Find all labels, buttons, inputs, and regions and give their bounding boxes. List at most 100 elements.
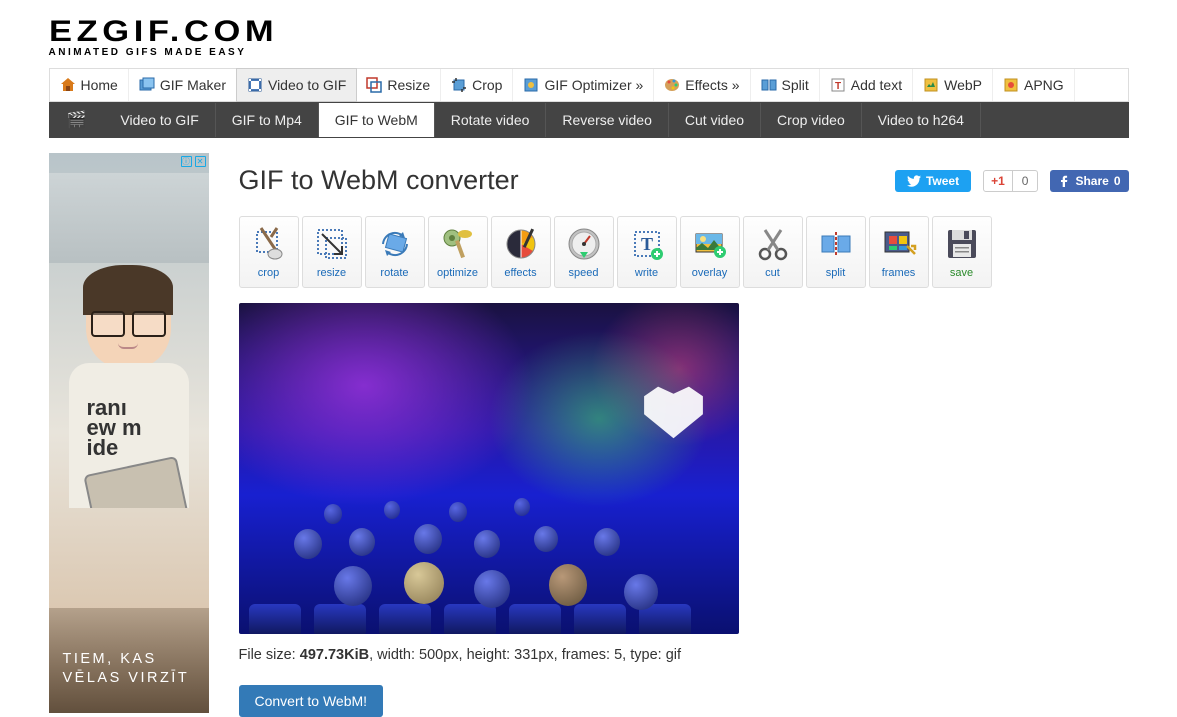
tool-label: split <box>826 267 846 279</box>
tool-label: save <box>950 267 973 279</box>
nav-label: Video to GIF <box>268 77 346 93</box>
nav-label: Resize <box>387 77 430 93</box>
palette-icon <box>664 77 680 93</box>
apng-icon <box>1003 77 1019 93</box>
split-icon <box>761 77 777 93</box>
nav-label: Split <box>782 77 809 93</box>
tool-optimize[interactable]: optimize <box>428 216 488 288</box>
nav-gif-maker[interactable]: GIF Maker <box>129 69 237 101</box>
ad-bg-top <box>49 173 209 263</box>
logo-main[interactable]: EZGIF.COM <box>49 15 278 49</box>
image-stack-icon <box>139 77 155 93</box>
nav-label: WebP <box>944 77 982 93</box>
svg-text:T: T <box>640 234 652 254</box>
tool-frames[interactable]: frames <box>869 216 929 288</box>
write-tool-icon: T <box>628 225 666 263</box>
nav-split[interactable]: Split <box>751 69 820 101</box>
subnav-gif-to-mp4[interactable]: GIF to Mp4 <box>216 103 319 137</box>
image-preview <box>239 303 739 634</box>
nav-resize[interactable]: Resize <box>356 69 441 101</box>
subnav-reverse-video[interactable]: Reverse video <box>546 103 669 137</box>
file-size: 497.73KiB <box>300 647 369 663</box>
tool-label: cut <box>765 267 780 279</box>
fb-count: 0 <box>1114 174 1121 188</box>
tool-overlay[interactable]: overlay <box>680 216 740 288</box>
tool-label: write <box>635 267 658 279</box>
subnav-cut-video[interactable]: Cut video <box>669 103 761 137</box>
nav-label: Home <box>81 77 118 93</box>
text-icon: T <box>830 77 846 93</box>
convert-button[interactable]: Convert to WebM! <box>239 685 384 717</box>
share-buttons: Tweet +1 0 Share 0 <box>895 170 1129 192</box>
frames-tool-icon <box>880 225 918 263</box>
subnav-video-to-h264[interactable]: Video to h264 <box>862 103 981 137</box>
resize-tool-icon <box>313 225 351 263</box>
subnav-video-to-gif[interactable]: Video to GIF <box>104 103 215 137</box>
nav-label: GIF Optimizer » <box>544 77 643 93</box>
fb-share-button[interactable]: Share 0 <box>1050 170 1128 192</box>
split-tool-icon <box>817 225 855 263</box>
gplus-button[interactable]: +1 0 <box>983 170 1038 192</box>
nav-apng[interactable]: APNG <box>993 69 1075 101</box>
home-icon <box>60 77 76 93</box>
page-title: GIF to WebM converter <box>239 165 519 196</box>
nav-home[interactable]: Home <box>50 69 129 101</box>
tool-speed[interactable]: speed <box>554 216 614 288</box>
nav-label: APNG <box>1024 77 1064 93</box>
film-strip-icon: 🎬 <box>49 102 105 138</box>
subnav-gif-to-webm[interactable]: GIF to WebM <box>319 103 435 137</box>
crop-icon <box>451 77 467 93</box>
tool-rotate[interactable]: rotate <box>365 216 425 288</box>
main-nav: Home GIF Maker Video to GIF Resize Crop … <box>49 68 1129 102</box>
resize-icon <box>366 77 382 93</box>
tool-cut[interactable]: cut <box>743 216 803 288</box>
preview-crowd <box>239 464 739 634</box>
tool-split[interactable]: split <box>806 216 866 288</box>
ad-close-icon[interactable]: ✕ <box>195 156 206 167</box>
nav-webp[interactable]: WebP <box>913 69 993 101</box>
nav-label: Effects » <box>685 77 739 93</box>
cut-tool-icon <box>754 225 792 263</box>
sub-nav: 🎬 Video to GIF GIF to Mp4 GIF to WebM Ro… <box>49 102 1129 138</box>
gplus-count: 0 <box>1013 171 1038 191</box>
facebook-icon <box>1058 175 1070 187</box>
ad-info-icon[interactable]: ⓘ <box>181 156 192 167</box>
tool-label: overlay <box>692 267 727 279</box>
ad-text: TIEM, KAS VĒLAS VIRZĪT <box>63 650 190 688</box>
ad-shirt-text: ide <box>87 435 119 460</box>
sidebar-ad[interactable]: ⓘ ✕ ranı ew m ide <box>49 153 209 713</box>
nav-gif-optimizer[interactable]: GIF Optimizer » <box>513 69 654 101</box>
nav-effects[interactable]: Effects » <box>654 69 750 101</box>
speed-tool-icon <box>565 225 603 263</box>
tool-save[interactable]: save <box>932 216 992 288</box>
tool-crop[interactable]: crop <box>239 216 299 288</box>
tool-label: frames <box>882 267 916 279</box>
nav-label: Add text <box>851 77 902 93</box>
tool-write[interactable]: T write <box>617 216 677 288</box>
subnav-crop-video[interactable]: Crop video <box>761 103 862 137</box>
ad-person: ranı ew m ide <box>59 273 199 533</box>
twitter-icon <box>907 175 921 187</box>
tool-effects[interactable]: effects <box>491 216 551 288</box>
save-tool-icon <box>943 225 981 263</box>
film-icon <box>247 77 263 93</box>
toolbar: crop resize rotate optimize effects <box>239 216 1129 288</box>
tool-resize[interactable]: resize <box>302 216 362 288</box>
tool-label: effects <box>504 267 536 279</box>
fb-label: Share <box>1075 174 1108 188</box>
svg-text:T: T <box>835 81 841 92</box>
subnav-rotate-video[interactable]: Rotate video <box>435 103 547 137</box>
tweet-button[interactable]: Tweet <box>895 170 971 192</box>
nav-video-to-gif[interactable]: Video to GIF <box>236 68 357 102</box>
crop-tool-icon <box>250 225 288 263</box>
nav-add-text[interactable]: T Add text <box>820 69 913 101</box>
effects-tool-icon <box>502 225 540 263</box>
optimize-icon <box>523 77 539 93</box>
tweet-label: Tweet <box>926 174 959 188</box>
rotate-tool-icon <box>376 225 414 263</box>
nav-crop[interactable]: Crop <box>441 69 513 101</box>
gplus-label: +1 <box>984 171 1013 191</box>
logo-area: EZGIF.COM ANIMATED GIFS MADE EASY <box>49 0 1129 68</box>
nav-label: GIF Maker <box>160 77 226 93</box>
tool-label: crop <box>258 267 279 279</box>
